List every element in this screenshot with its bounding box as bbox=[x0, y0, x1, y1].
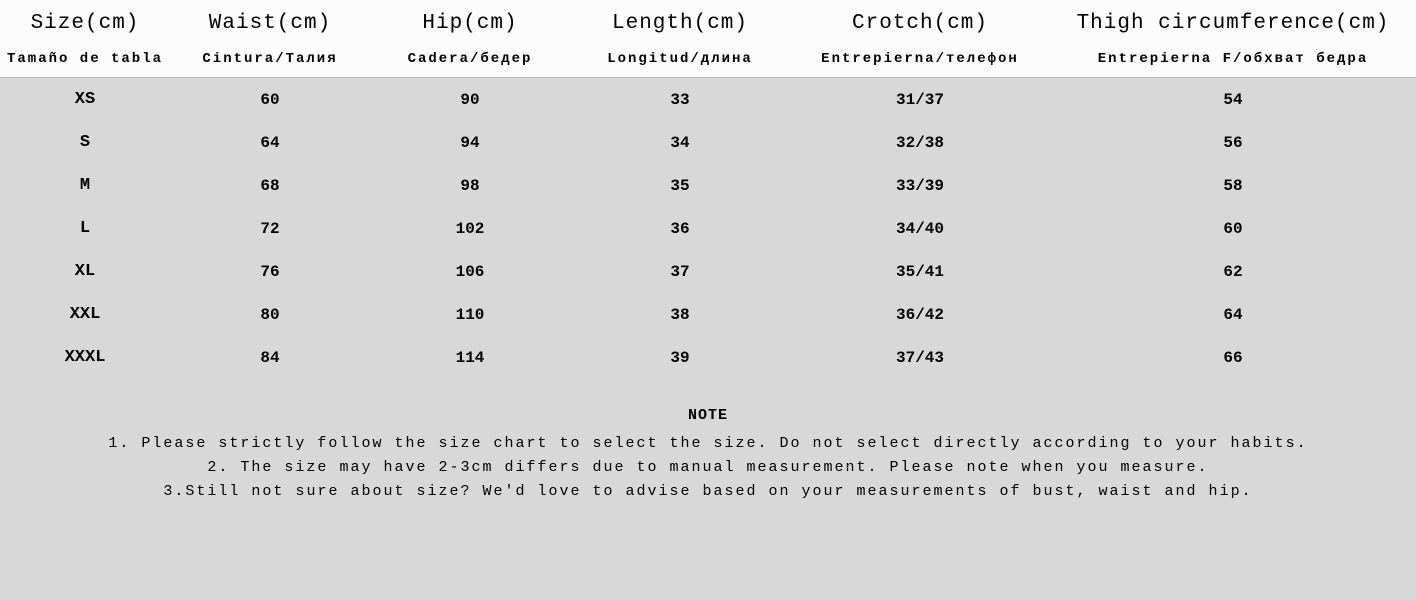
header-row: Size(cm) Waist(cm) Hip(cm) Length(cm) Cr… bbox=[0, 0, 1416, 45]
cell-waist: 68 bbox=[170, 177, 370, 195]
header-crotch: Crotch(cm) bbox=[790, 12, 1050, 35]
cell-thigh: 60 bbox=[1050, 220, 1416, 238]
subheader-thigh: Entrepierna F/обхват бедра bbox=[1050, 51, 1416, 67]
table-row: XL 76 106 37 35/41 62 bbox=[0, 250, 1416, 293]
note-title: NOTE bbox=[20, 407, 1396, 424]
cell-hip: 114 bbox=[370, 349, 570, 367]
cell-crotch: 34/40 bbox=[790, 220, 1050, 238]
cell-thigh: 62 bbox=[1050, 263, 1416, 281]
table-row: S 64 94 34 32/38 56 bbox=[0, 121, 1416, 164]
cell-crotch: 37/43 bbox=[790, 349, 1050, 367]
cell-length: 37 bbox=[570, 263, 790, 281]
cell-length: 36 bbox=[570, 220, 790, 238]
header-length: Length(cm) bbox=[570, 12, 790, 35]
subheader-waist: Cintura/Талия bbox=[170, 51, 370, 67]
cell-hip: 102 bbox=[370, 220, 570, 238]
cell-hip: 110 bbox=[370, 306, 570, 324]
cell-size: S bbox=[0, 133, 170, 152]
subheader-row: Tamaño de tabla Cintura/Талия Cadera/бед… bbox=[0, 45, 1416, 78]
cell-size: XXL bbox=[0, 305, 170, 324]
cell-waist: 84 bbox=[170, 349, 370, 367]
cell-length: 33 bbox=[570, 91, 790, 109]
cell-thigh: 58 bbox=[1050, 177, 1416, 195]
note-line-2: 2. The size may have 2-3cm differs due t… bbox=[20, 456, 1396, 480]
header-hip: Hip(cm) bbox=[370, 12, 570, 35]
cell-waist: 64 bbox=[170, 134, 370, 152]
cell-length: 38 bbox=[570, 306, 790, 324]
cell-hip: 106 bbox=[370, 263, 570, 281]
cell-crotch: 33/39 bbox=[790, 177, 1050, 195]
cell-crotch: 35/41 bbox=[790, 263, 1050, 281]
cell-crotch: 36/42 bbox=[790, 306, 1050, 324]
cell-thigh: 64 bbox=[1050, 306, 1416, 324]
subheader-size: Tamaño de tabla bbox=[0, 51, 170, 67]
cell-size: M bbox=[0, 176, 170, 195]
table-row: L 72 102 36 34/40 60 bbox=[0, 207, 1416, 250]
table-row: XXL 80 110 38 36/42 64 bbox=[0, 293, 1416, 336]
cell-crotch: 31/37 bbox=[790, 91, 1050, 109]
cell-thigh: 56 bbox=[1050, 134, 1416, 152]
cell-thigh: 54 bbox=[1050, 91, 1416, 109]
subheader-length: Longitud/длина bbox=[570, 51, 790, 67]
header-thigh: Thigh circumference(cm) bbox=[1050, 12, 1416, 35]
table-row: M 68 98 35 33/39 58 bbox=[0, 164, 1416, 207]
cell-size: XS bbox=[0, 90, 170, 109]
cell-length: 34 bbox=[570, 134, 790, 152]
header-size: Size(cm) bbox=[0, 12, 170, 35]
cell-waist: 72 bbox=[170, 220, 370, 238]
cell-waist: 80 bbox=[170, 306, 370, 324]
subheader-crotch: Entrepierna/телефон bbox=[790, 51, 1050, 67]
cell-hip: 94 bbox=[370, 134, 570, 152]
cell-hip: 90 bbox=[370, 91, 570, 109]
notes-section: NOTE 1. Please strictly follow the size … bbox=[0, 407, 1416, 504]
cell-size: L bbox=[0, 219, 170, 238]
cell-crotch: 32/38 bbox=[790, 134, 1050, 152]
cell-length: 39 bbox=[570, 349, 790, 367]
cell-size: XXXL bbox=[0, 348, 170, 367]
cell-size: XL bbox=[0, 262, 170, 281]
note-line-3: 3.Still not sure about size? We'd love t… bbox=[20, 480, 1396, 504]
cell-waist: 60 bbox=[170, 91, 370, 109]
table-row: XXXL 84 114 39 37/43 66 bbox=[0, 336, 1416, 379]
size-chart: Size(cm) Waist(cm) Hip(cm) Length(cm) Cr… bbox=[0, 0, 1416, 504]
cell-thigh: 66 bbox=[1050, 349, 1416, 367]
cell-waist: 76 bbox=[170, 263, 370, 281]
table-row: XS 60 90 33 31/37 54 bbox=[0, 78, 1416, 121]
header-waist: Waist(cm) bbox=[170, 12, 370, 35]
cell-hip: 98 bbox=[370, 177, 570, 195]
cell-length: 35 bbox=[570, 177, 790, 195]
note-line-1: 1. Please strictly follow the size chart… bbox=[20, 432, 1396, 456]
subheader-hip: Cadera/бедер bbox=[370, 51, 570, 67]
